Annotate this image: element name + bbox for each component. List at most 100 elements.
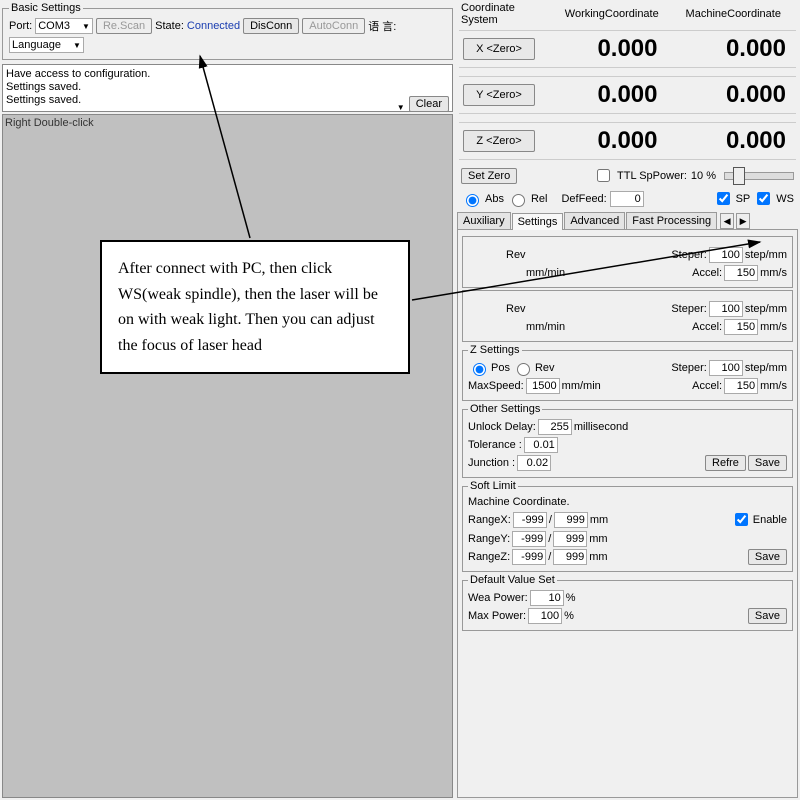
- tab-scroll-right[interactable]: ▶: [736, 213, 750, 229]
- language-label-zh: 语 言:: [368, 18, 396, 34]
- rescan-button[interactable]: Re.Scan: [96, 18, 152, 34]
- slider-thumb-icon: [733, 167, 745, 185]
- machine-coord-label2: Machine Coordinate.: [468, 496, 570, 508]
- speed-unit: mm/min: [526, 267, 565, 279]
- deffeed-input[interactable]: [610, 191, 644, 207]
- x-working-value: 0.000: [535, 35, 664, 63]
- rangex-lo[interactable]: [513, 512, 547, 528]
- tab-fast-processing[interactable]: Fast Processing: [626, 212, 717, 229]
- accel-unit: mm/s: [760, 380, 787, 392]
- speed-unit: mm/min: [526, 321, 565, 333]
- canvas-area[interactable]: Right Double-click: [2, 114, 453, 798]
- z-machine-value: 0.000: [664, 127, 793, 155]
- rangez-lo[interactable]: [512, 549, 546, 565]
- mm-unit: mm: [590, 514, 608, 526]
- ttl-label: TTL SpPower:: [617, 170, 687, 182]
- deffeed-label: DefFeed:: [561, 193, 606, 205]
- z-zero-button[interactable]: Z <Zero>: [463, 130, 535, 152]
- basic-settings-legend: Basic Settings: [9, 2, 83, 14]
- accel-unit: mm/s: [760, 267, 787, 279]
- tab-advanced[interactable]: Advanced: [564, 212, 625, 229]
- rangey-lo[interactable]: [512, 531, 546, 547]
- axis-x-settings: Rev Steper: step/mm mm/min Accel: mm/s: [462, 236, 793, 288]
- unlock-delay-input[interactable]: [538, 419, 572, 435]
- weak-power-input[interactable]: [530, 590, 564, 606]
- accel-z-input[interactable]: [724, 378, 758, 394]
- pct-unit: %: [564, 610, 574, 622]
- z-rev-label: Rev: [535, 362, 555, 374]
- tolerance-label: Tolerance :: [468, 439, 522, 451]
- port-select[interactable]: COM3 ▼: [35, 18, 93, 34]
- z-rev-radio[interactable]: [517, 363, 530, 376]
- log-line: Have access to configuration.: [6, 68, 449, 81]
- save-default-button[interactable]: Save: [748, 608, 787, 624]
- coord-system-label: Coordinate System: [461, 2, 551, 26]
- x-machine-value: 0.000: [664, 35, 793, 63]
- rangey-hi[interactable]: [553, 531, 587, 547]
- sp-label: SP: [736, 193, 751, 205]
- tab-scroll-left[interactable]: ◀: [720, 213, 734, 229]
- y-zero-button[interactable]: Y <Zero>: [463, 84, 535, 106]
- accel-y-input[interactable]: [724, 319, 758, 335]
- steper-label: Steper:: [671, 303, 706, 315]
- port-label: Port:: [9, 20, 32, 32]
- weak-power-label: Wea Power:: [468, 592, 528, 604]
- disconnect-button[interactable]: DisConn: [243, 18, 299, 34]
- z-pos-radio[interactable]: [473, 363, 486, 376]
- steper-x-input[interactable]: [709, 247, 743, 263]
- z-working-value: 0.000: [535, 127, 664, 155]
- tolerance-input[interactable]: [524, 437, 558, 453]
- basic-settings-group: Basic Settings Port: COM3 ▼ Re.Scan Stat…: [2, 2, 453, 60]
- clear-log-button[interactable]: Clear: [409, 96, 449, 112]
- junction-label: Junction :: [468, 457, 515, 469]
- rangey-label: RangeY:: [468, 533, 510, 545]
- accel-unit: mm/s: [760, 321, 787, 333]
- accel-label: Accel:: [692, 267, 722, 279]
- tab-settings[interactable]: Settings: [512, 213, 564, 230]
- ttl-slider[interactable]: [724, 172, 794, 180]
- rev-label: Rev: [506, 249, 526, 261]
- set-zero-button[interactable]: Set Zero: [461, 168, 517, 184]
- ws-label: WS: [776, 193, 794, 205]
- max-power-label: Max Power:: [468, 610, 526, 622]
- max-power-input[interactable]: [528, 608, 562, 624]
- steper-z-input[interactable]: [709, 360, 743, 376]
- mm-unit: mm: [589, 551, 607, 563]
- accel-x-input[interactable]: [724, 265, 758, 281]
- softlimit-enable-checkbox[interactable]: [735, 513, 748, 526]
- log-line: Settings saved.: [6, 81, 449, 94]
- ttl-value: 10 %: [691, 170, 716, 182]
- rel-radio[interactable]: [512, 194, 525, 207]
- state-label: State:: [155, 20, 184, 32]
- chevron-down-icon: ▼: [82, 22, 90, 31]
- ttl-checkbox[interactable]: [597, 169, 610, 182]
- annotation-callout: After connect with PC, then click WS(wea…: [100, 240, 410, 374]
- z-settings: Z Settings Pos Rev Steper: step/mm MaxSp…: [462, 344, 793, 401]
- z-pos-label: Pos: [491, 362, 510, 374]
- steper-y-input[interactable]: [709, 301, 743, 317]
- refresh-button[interactable]: Refre: [705, 455, 746, 471]
- rev-label: Rev: [506, 303, 526, 315]
- working-coord-label: WorkingCoordinate: [551, 8, 673, 20]
- unlock-unit: millisecond: [574, 421, 628, 433]
- steper-unit: step/mm: [745, 249, 787, 261]
- sp-checkbox[interactable]: [717, 192, 730, 205]
- y-working-value: 0.000: [535, 81, 664, 109]
- ws-checkbox[interactable]: [757, 192, 770, 205]
- abs-radio[interactable]: [466, 194, 479, 207]
- language-select[interactable]: Language ▼: [9, 37, 84, 53]
- default-value-set: Default Value Set Wea Power: % Max Power…: [462, 574, 793, 631]
- other-settings: Other Settings Unlock Delay: millisecond…: [462, 403, 793, 478]
- autoconnect-button[interactable]: AutoConn: [302, 18, 365, 34]
- x-zero-button[interactable]: X <Zero>: [463, 38, 535, 60]
- save-other-button[interactable]: Save: [748, 455, 787, 471]
- save-softlimit-button[interactable]: Save: [748, 549, 787, 565]
- rangex-hi[interactable]: [554, 512, 588, 528]
- tab-body-settings: Rev Steper: step/mm mm/min Accel: mm/s: [457, 230, 798, 798]
- tab-auxiliary[interactable]: Auxiliary: [457, 212, 511, 229]
- rangez-hi[interactable]: [553, 549, 587, 565]
- maxspeed-z-input[interactable]: [526, 378, 560, 394]
- speed-unit: mm/min: [562, 380, 601, 392]
- junction-input[interactable]: [517, 455, 551, 471]
- state-value: Connected: [187, 20, 240, 32]
